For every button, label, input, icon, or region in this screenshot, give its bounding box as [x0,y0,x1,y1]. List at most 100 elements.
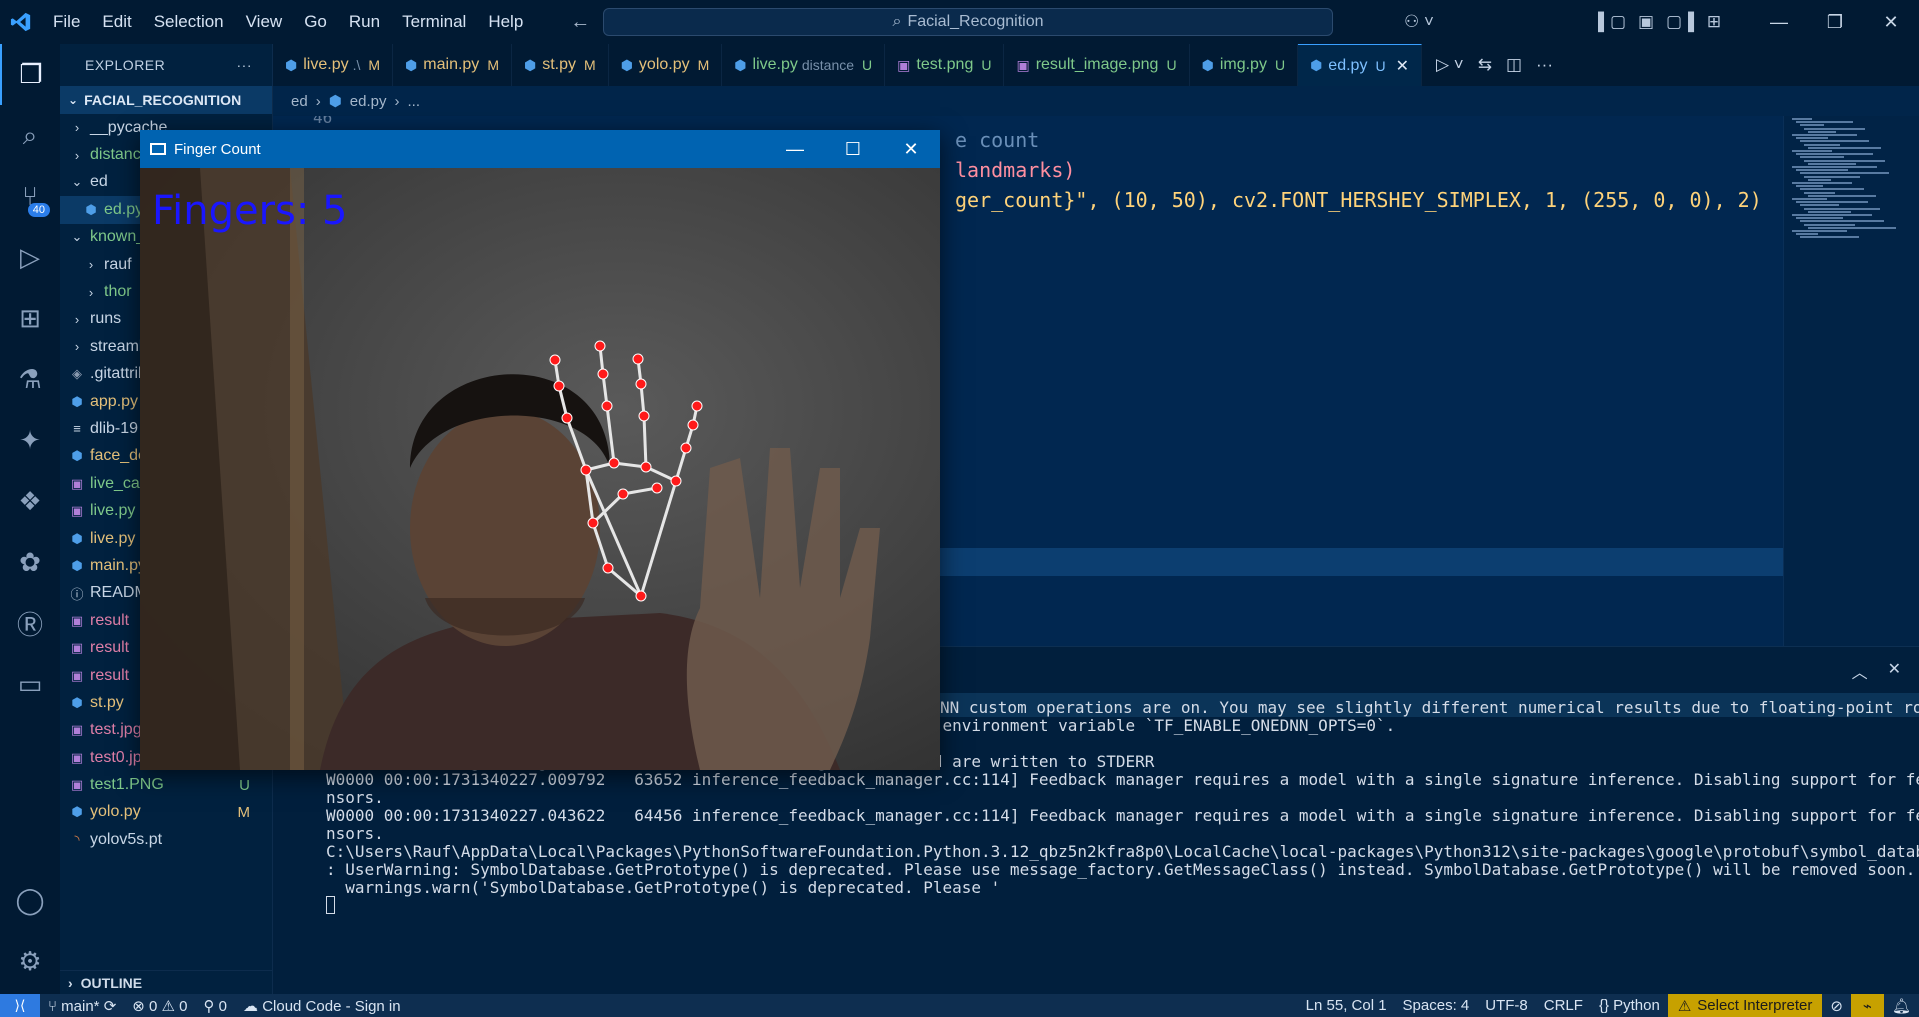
source-control-icon[interactable]: ⑂ 40 [0,166,60,227]
vscode-logo-icon [0,0,42,44]
chevron-down-icon: ⌄ [71,174,83,190]
testing-icon[interactable]: ⚗ [0,349,60,410]
breadcrumb-folder[interactable]: ed [291,93,308,110]
project-root[interactable]: ⌄ FACIAL_RECOGNITION [60,86,272,114]
menu-selection[interactable]: Selection [143,0,235,44]
problems-indicator[interactable]: ⊗ 0 ⚠ 0 [124,997,195,1015]
run-python-icon[interactable]: ▷ ˅ [1436,55,1464,75]
maximize-panel-icon[interactable]: ︿ [1852,659,1868,683]
editor-tab[interactable]: ⬢ live.py distance U [722,44,886,86]
minimap[interactable] [1783,116,1903,646]
cloud-code-status[interactable]: ☁ Cloud Code - Sign in [235,997,409,1015]
rss-icon: ◝ [74,831,80,847]
encoding[interactable]: UTF-8 [1477,997,1536,1014]
editor-scrollbar[interactable] [1903,116,1919,646]
file-tree-item[interactable]: ◝ yolov5s.pt [60,826,272,853]
editor-tab[interactable]: ▣ result_image.png U [1004,44,1190,86]
chevron-right-icon: › [74,311,80,327]
back-arrow-icon[interactable]: ← [570,11,590,34]
menu-terminal[interactable]: Terminal [391,0,477,44]
explorer-icon[interactable]: ❐ [0,44,60,105]
customize-layout-icon[interactable]: ⊞ [1697,12,1731,32]
remote-indicator-icon[interactable]: ⟩⟨ [0,994,40,1017]
editor-tab[interactable]: ⬢ yolo.py M [609,44,723,86]
tab-label: live.py [752,56,798,73]
terminal-line: nsors. [326,788,384,807]
file-tree-item[interactable]: ▣ test1.PNG U [60,771,272,798]
copilot-status-icon[interactable]: ⊘ [1822,997,1851,1015]
tab-label: main.py [423,56,480,73]
cloud-code-icon[interactable]: ❖ [0,471,60,532]
chevron-down-icon: ⌄ [68,93,79,107]
menu-run[interactable]: Run [338,0,391,44]
remote-explorer-icon[interactable]: ▭ [0,654,60,715]
toggle-secondary-sidebar-icon[interactable]: ▢▐ [1663,12,1697,32]
more-actions-icon[interactable]: ··· [1536,55,1553,75]
minimap-line [1804,143,1840,146]
chevron-right-icon: › [68,974,73,991]
gemini-icon[interactable]: ✦ [0,410,60,471]
end-of-line[interactable]: CRLF [1536,997,1591,1014]
breadcrumb-file[interactable]: ed.py [350,93,387,110]
accounts-icon[interactable]: ◯ [0,870,60,931]
copilot-icon[interactable]: ⚇ ˅ [1393,12,1445,32]
minimap-line [1792,230,1847,232]
menu-file[interactable]: File [42,0,91,44]
editor-tab[interactable]: ⬢ st.py M [512,44,609,86]
breadcrumb: ed › ⬢ ed.py › ... [273,86,1919,116]
extensions-icon[interactable]: ⊞ [0,288,60,349]
minimize-icon[interactable]: — [766,139,824,160]
menu-go[interactable]: Go [293,0,338,44]
menu-help[interactable]: Help [477,0,534,44]
branch-indicator[interactable]: ⑂ main* ⟳ [40,997,124,1015]
editor-tab[interactable]: ⬢ img.py U [1190,44,1299,86]
editor-tab[interactable]: ▣ test.png U [885,44,1005,86]
restore-icon[interactable]: ❐ [1807,12,1863,33]
search-view-icon[interactable]: ⌕ [0,105,60,166]
minimap-line [1808,146,1881,149]
editor-tab[interactable]: ⬢ ed.py U ✕ [1298,44,1422,86]
compare-changes-icon[interactable]: ⇆ [1478,55,1492,75]
broadcast-icon[interactable]: ⌁ [1850,994,1884,1017]
close-tab-icon[interactable]: ✕ [1396,56,1409,76]
minimize-icon[interactable]: — [1751,12,1807,33]
openai-icon[interactable]: ✿ [0,532,60,593]
split-editor-icon[interactable]: ◫ [1506,55,1522,75]
hand-landmark-point [587,517,599,529]
close-icon[interactable]: ✕ [882,139,940,160]
minimap-line [1808,130,1836,133]
editor-tab[interactable]: ⬢ main.py M [393,44,512,86]
minimap-line [1804,223,1855,226]
python-file-icon: ⬢ [523,56,537,73]
maximize-icon[interactable]: ☐ [824,139,882,160]
breadcrumb-symbol[interactable]: ... [408,93,421,110]
file-tree-item[interactable]: ⬢ yolo.py M [60,799,272,826]
select-interpreter-button[interactable]: ⚠ Select Interpreter [1667,994,1823,1017]
file-tree-label: result [90,639,130,657]
minimap-line [1792,198,1827,200]
notifications-bell-icon[interactable]: 🔔︎ [1884,997,1919,1015]
tab-label: live.py [303,56,349,73]
toggle-panel-icon[interactable]: ▣ [1629,12,1663,32]
editor-tab[interactable]: ⬢ live.py .\ M [273,44,394,86]
toggle-primary-sidebar-icon[interactable]: ▌▢ [1595,12,1629,32]
editor-tabs: ⬢ live.py .\ M ⬢ main.py M ⬢ st.py M ⬢ yolo.py M ⬢ liv… [273,44,1919,86]
close-icon[interactable]: ✕ [1863,12,1919,33]
tab-status-mark: M [368,57,381,73]
cursor-position[interactable]: Ln 55, Col 1 [1298,997,1395,1014]
indentation[interactable]: Spaces: 4 [1395,997,1478,1014]
outline-section[interactable]: › OUTLINE [60,970,273,994]
branch-name: main* [61,997,100,1015]
ports-indicator[interactable]: ⚲ 0 [196,997,236,1015]
close-panel-icon[interactable]: ✕ [1888,659,1901,683]
menu-view[interactable]: View [235,0,294,44]
manage-gear-icon[interactable]: ⚙ [0,931,60,992]
ports-count: 0 [218,997,228,1015]
more-actions-icon[interactable]: ··· [237,57,253,73]
run-debug-icon[interactable]: ▷ [0,227,60,288]
image-icon: ▣ [70,722,84,738]
command-center-search[interactable]: ⌕ Facial_Recognition [603,8,1333,36]
language-mode[interactable]: {} Python [1591,997,1668,1014]
r-language-icon[interactable]: Ⓡ [0,593,60,654]
menu-edit[interactable]: Edit [91,0,142,44]
